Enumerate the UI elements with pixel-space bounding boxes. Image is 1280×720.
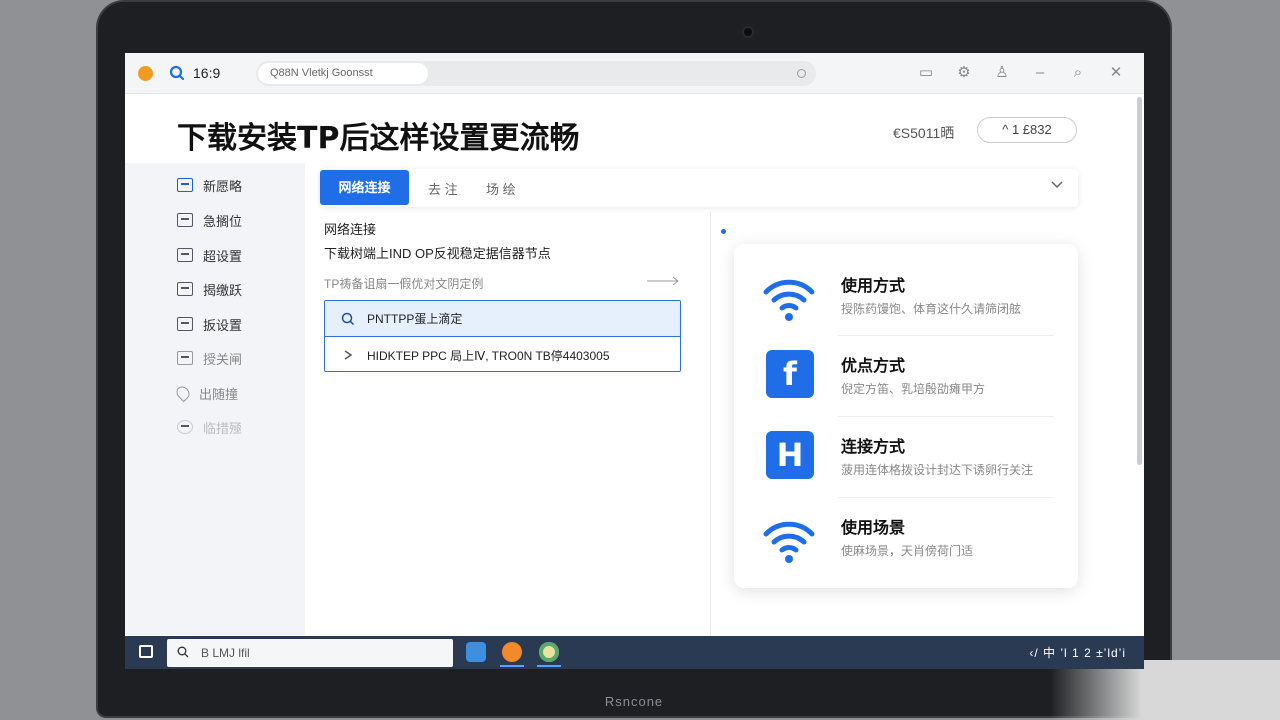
sidebar-item-label: 出随撞 xyxy=(199,386,239,402)
zoom-icon[interactable]: ⌕ xyxy=(1068,63,1088,83)
column-divider xyxy=(710,211,711,641)
user-icon[interactable]: ♙ xyxy=(992,63,1012,83)
sidebar-item-label: 扳设置 xyxy=(203,317,243,333)
chrome-app-icon[interactable] xyxy=(539,642,559,662)
sidebar-item-1[interactable]: 新愿略 xyxy=(177,174,242,196)
panel-icon xyxy=(177,213,193,227)
gear-icon[interactable]: ⚙ xyxy=(954,63,974,83)
explorer-app-icon[interactable] xyxy=(466,642,486,662)
sidebar-item-8[interactable]: 临措殛 xyxy=(177,416,242,438)
search-icon xyxy=(177,646,189,658)
active-app-indicator xyxy=(500,665,524,667)
list-item[interactable]: HIDKTEP PPC 局上Ⅳ, TRO0N TB停4403005 xyxy=(325,337,680,373)
window-icon xyxy=(177,351,193,365)
titlebar-actions: ▭ ⚙ ♙ – ⌕ ✕ xyxy=(916,63,1126,83)
wifi-icon xyxy=(763,521,815,563)
sidebar-item-2[interactable]: 急搁位 xyxy=(177,209,242,231)
divider xyxy=(838,335,1054,336)
feature-desc: 倪定方笛、乳培殷劭瘫甲方 xyxy=(841,382,986,396)
close-icon[interactable]: ✕ xyxy=(1106,63,1126,83)
aspect-ratio-label: 16:9 xyxy=(193,65,221,81)
sidebar-item-label: 临措殛 xyxy=(203,420,243,436)
sidebar-item-label: 揭缴跃 xyxy=(203,282,243,298)
feature-card: 使用方式 授陈药馒饱、体育这什久请筛闭舷 f 优点方式 倪定方笛、乳培殷劭瘫甲方… xyxy=(734,244,1078,588)
camera xyxy=(744,28,752,36)
address-text[interactable]: Q88N Vletkj Goonsst xyxy=(258,63,428,84)
feature-item-usage[interactable]: 使用方式 授陈药馒饱、体育这什久请筛闭舷 xyxy=(762,264,1052,324)
chat-icon[interactable]: ▭ xyxy=(916,63,936,83)
sidebar-item-label: 急搁位 xyxy=(203,213,243,229)
section-hint: TP祷备诅扇一假优对文阴定例 xyxy=(324,277,484,291)
section-description: 下载树端上IND OP反视稳定据信器节点 xyxy=(324,246,551,261)
feature-item-advantages[interactable]: f 优点方式 倪定方笛、乳培殷劭瘫甲方 xyxy=(762,344,1052,404)
arrow-right-icon[interactable] xyxy=(647,275,681,287)
tab-bar: 网络连接 去 注 场 绘 xyxy=(320,169,1078,207)
list-item[interactable]: PNTTPP蛋上滴定 xyxy=(325,301,680,337)
system-tray[interactable]: ‹/ 中 ’l 1 2 ±’ld’i xyxy=(1029,644,1126,661)
location-pin-icon xyxy=(173,383,193,403)
sidebar-item-3[interactable]: 超设置 xyxy=(177,244,242,266)
divider xyxy=(838,416,1054,417)
search-icon xyxy=(341,312,355,325)
search-icon[interactable] xyxy=(169,65,185,81)
feature-name: 优点方式 xyxy=(841,358,906,375)
sidebar-item-label: 超设置 xyxy=(203,248,243,264)
sidebar-item-7[interactable]: 出随撞 xyxy=(173,382,239,404)
feature-name: 使用场景 xyxy=(841,520,906,537)
page-title: 下载安装TP后这样设置更流畅 xyxy=(177,121,580,156)
calendar-icon xyxy=(177,248,193,262)
header-meta: €S5011晒 xyxy=(893,125,955,141)
h-square-icon: H xyxy=(766,431,814,479)
browser-app-icon[interactable] xyxy=(502,642,522,662)
window-titlebar: 16:9 Q88N Vletkj Goonsst ▭ ⚙ ♙ – ⌕ ✕ xyxy=(125,53,1144,94)
header-pill-button[interactable]: ^ 1 £832 xyxy=(977,117,1077,143)
feature-item-scenario[interactable]: 使用场景 使麻场景，天肖傍荷门适 xyxy=(762,506,1052,566)
tab-network-connection[interactable]: 网络连接 xyxy=(320,170,409,205)
feature-item-connection[interactable]: H 连接方式 菠用连体格拨设计封达下诱卵行关注 xyxy=(762,425,1052,485)
sidebar-item-6[interactable]: 授关闸 xyxy=(177,347,242,369)
tab-3[interactable]: 场 绘 xyxy=(486,179,516,198)
tab-2[interactable]: 去 注 xyxy=(428,179,458,198)
taskbar-search[interactable]: B LMJ lfil xyxy=(167,639,453,667)
address-bar[interactable]: Q88N Vletkj Goonsst xyxy=(256,61,816,86)
chevron-right-icon xyxy=(344,350,353,360)
list-item-text: PNTTPP蛋上滴定 xyxy=(367,312,463,326)
feature-name: 使用方式 xyxy=(841,278,906,295)
window-dot-icon[interactable] xyxy=(138,66,153,81)
laptop-brand-label: Rsncone xyxy=(604,694,664,709)
settings-panel-icon xyxy=(177,317,193,331)
divider xyxy=(838,497,1054,498)
feature-desc: 授陈药馒饱、体育这什久请筛闭舷 xyxy=(841,302,1022,316)
feature-name: 连接方式 xyxy=(841,439,906,456)
wifi-icon xyxy=(763,279,815,321)
scrollbar[interactable] xyxy=(1137,97,1142,465)
sidebar-item-label: 授关闸 xyxy=(203,351,243,367)
result-list: PNTTPP蛋上滴定 HIDKTEP PPC 局上Ⅳ, TRO0N TB停440… xyxy=(324,300,681,372)
feature-desc: 菠用连体格拨设计封达下诱卵行关注 xyxy=(841,463,1034,477)
background-blur xyxy=(1050,660,1280,720)
list-item-text: HIDKTEP PPC 局上Ⅳ, TRO0N TB停4403005 xyxy=(367,348,610,363)
sidebar-item-label: 新愿略 xyxy=(203,178,243,194)
list-icon xyxy=(177,178,193,192)
sidebar-item-5[interactable]: 扳设置 xyxy=(177,313,242,335)
indicator-dot xyxy=(721,229,726,234)
screen: 16:9 Q88N Vletkj Goonsst ▭ ⚙ ♙ – ⌕ ✕ 下载安… xyxy=(125,53,1144,669)
taskbar: B LMJ lfil ‹/ 中 ’l 1 2 ±’ld’i xyxy=(125,636,1144,669)
document-icon xyxy=(177,282,193,296)
active-app-indicator xyxy=(537,665,561,667)
chevron-down-icon[interactable] xyxy=(1050,178,1064,192)
reload-icon[interactable] xyxy=(797,69,806,78)
start-menu-icon[interactable] xyxy=(139,645,153,658)
minimize-icon[interactable]: – xyxy=(1030,63,1050,83)
section-title: 网络连接 xyxy=(324,222,377,237)
feature-desc: 使麻场景，天肖傍荷门适 xyxy=(841,544,974,558)
facebook-icon: f xyxy=(766,350,814,398)
sidebar-item-4[interactable]: 揭缴跃 xyxy=(177,278,242,300)
circle-icon xyxy=(177,420,193,434)
